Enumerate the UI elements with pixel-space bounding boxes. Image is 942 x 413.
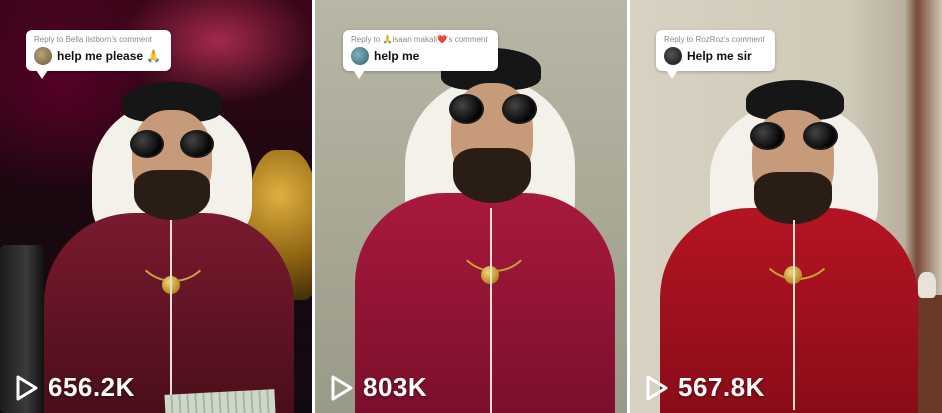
comment-text: help me please 🙏 xyxy=(57,49,162,63)
commenter-avatar xyxy=(664,47,682,65)
comment-text: Help me sir xyxy=(687,49,752,63)
reply-comment-bubble[interactable]: Reply to Bella listborn's comment help m… xyxy=(26,30,172,79)
reply-label: Reply to Bella listborn's comment xyxy=(34,35,153,44)
comment-text: help me xyxy=(374,49,420,63)
view-count: 803K xyxy=(329,372,427,403)
reply-label: Reply to 🙏isaan makali❤️'s comment xyxy=(351,35,488,44)
video-grid: Reply to Bella listborn's comment help m… xyxy=(0,0,942,413)
reply-comment-bubble[interactable]: Reply to RozRoz's comment Help me sir xyxy=(656,30,775,79)
view-count-text: 803K xyxy=(363,372,428,402)
video-tile-2[interactable]: Reply to 🙏isaan makali❤️'s comment help … xyxy=(315,0,627,413)
person xyxy=(44,80,294,413)
reply-label: Reply to RozRoz's comment xyxy=(664,35,765,44)
commenter-avatar xyxy=(34,47,52,65)
view-count-text: 656.2K xyxy=(48,372,135,402)
video-tile-3[interactable]: Reply to RozRoz's comment Help me sir 56… xyxy=(630,0,942,413)
play-icon xyxy=(16,375,38,400)
video-tile-1[interactable]: Reply to Bella listborn's comment help m… xyxy=(0,0,312,413)
reply-comment-bubble[interactable]: Reply to 🙏isaan makali❤️'s comment help … xyxy=(343,30,498,79)
vase xyxy=(918,272,936,298)
play-icon xyxy=(646,375,668,400)
commenter-avatar xyxy=(351,47,369,65)
view-count: 567.8K xyxy=(644,372,765,403)
view-count-text: 567.8K xyxy=(678,372,765,402)
person xyxy=(660,80,918,413)
person xyxy=(355,48,615,413)
play-icon xyxy=(331,375,353,400)
view-count: 656.2K xyxy=(14,372,135,403)
